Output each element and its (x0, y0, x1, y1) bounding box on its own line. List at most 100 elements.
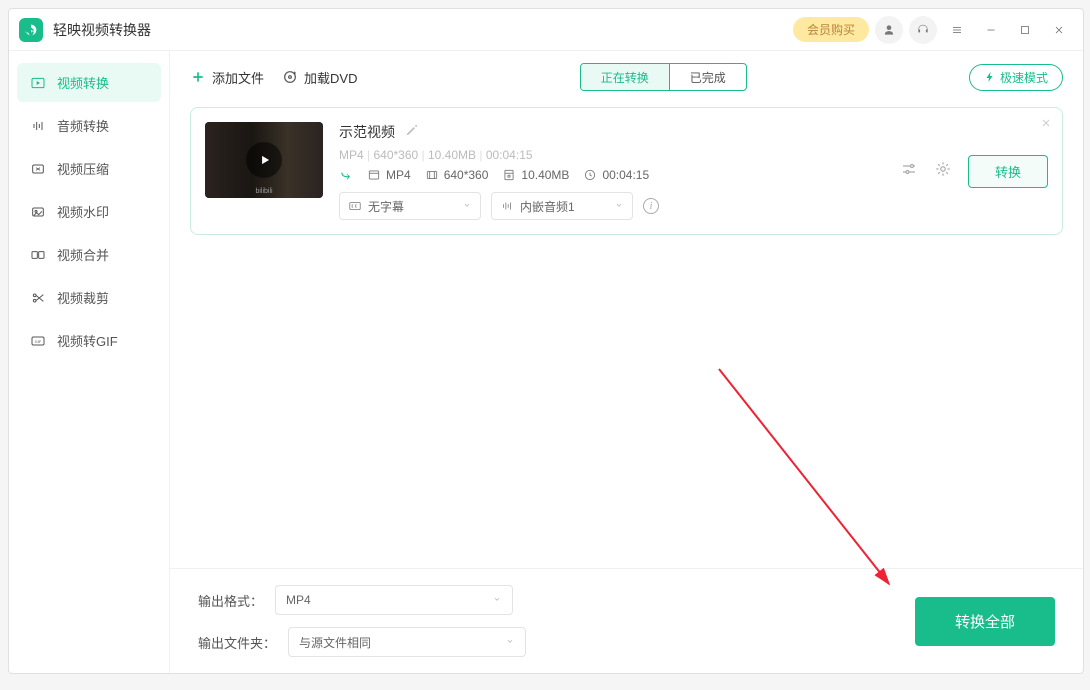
close-icon[interactable] (1045, 16, 1073, 44)
audio-value: 内嵌音频1 (520, 198, 575, 215)
thumb-watermark: bilibili (255, 188, 272, 195)
minimize-icon[interactable] (977, 16, 1005, 44)
sidebar-item-label: 视频裁剪 (57, 288, 109, 307)
convert-button[interactable]: 转换 (968, 155, 1048, 188)
chevron-down-icon (505, 635, 515, 649)
tab-done[interactable]: 已完成 (669, 64, 746, 90)
output-folder-value: 与源文件相同 (299, 634, 371, 651)
titlebar-right: 会员购买 (793, 16, 1073, 44)
chevron-down-icon (462, 199, 472, 213)
add-file-button[interactable]: 添加文件 (190, 68, 264, 87)
src-dur: 00:04:15 (479, 148, 532, 162)
plus-icon (190, 69, 206, 85)
merge-icon (29, 246, 47, 264)
app-window: 轻映视频转换器 会员购买 视频转换 音频转换 视频压缩 (8, 8, 1084, 674)
status-tabs: 正在转换 已完成 (580, 63, 747, 91)
sidebar: 视频转换 音频转换 视频压缩 视频水印 视频合并 视频裁剪 (9, 51, 169, 673)
subtitle-dropdown[interactable]: 无字幕 (339, 192, 481, 220)
svg-text:GIF: GIF (35, 339, 42, 344)
gif-icon: GIF (29, 332, 47, 350)
sidebar-item-label: 视频转换 (57, 73, 109, 92)
edit-title-icon[interactable] (405, 123, 419, 142)
app-title: 轻映视频转换器 (53, 20, 793, 40)
output-folder-label: 输出文件夹： (198, 633, 276, 652)
chevron-down-icon (614, 199, 624, 213)
titlebar: 轻映视频转换器 会员购买 (9, 9, 1083, 51)
sidebar-item-merge[interactable]: 视频合并 (17, 235, 161, 274)
watermark-icon (29, 203, 47, 221)
output-format-value: MP4 (286, 593, 311, 607)
sliders-icon[interactable] (900, 160, 918, 183)
headset-icon[interactable] (909, 16, 937, 44)
sidebar-item-video-convert[interactable]: 视频转换 (17, 63, 161, 102)
out-format-seg: MP4 (367, 168, 411, 182)
item-actions: 转换 (900, 122, 1048, 220)
sidebar-item-crop[interactable]: 视频裁剪 (17, 278, 161, 317)
app-logo (19, 18, 43, 42)
video-convert-icon (29, 74, 47, 92)
video-title: 示范视频 (339, 122, 395, 142)
output-folder-dropdown[interactable]: 与源文件相同 (288, 627, 526, 657)
output-folder-row: 输出文件夹： 与源文件相同 (198, 627, 526, 657)
maximize-icon[interactable] (1011, 16, 1039, 44)
sidebar-item-watermark[interactable]: 视频水印 (17, 192, 161, 231)
arrow-icon (339, 168, 353, 182)
size-icon (502, 168, 516, 182)
sidebar-item-video-compress[interactable]: 视频压缩 (17, 149, 161, 188)
out-res-seg: 640*360 (425, 168, 489, 182)
sidebar-item-label: 视频压缩 (57, 159, 109, 178)
audio-track-icon (500, 199, 514, 213)
src-size: 10.40MB (422, 148, 476, 162)
sidebar-item-label: 视频水印 (57, 202, 109, 221)
src-res: 640*360 (367, 148, 418, 162)
video-thumbnail[interactable]: bilibili (205, 122, 323, 198)
output-format-label: 输出格式： (198, 591, 263, 610)
add-file-label: 添加文件 (212, 68, 264, 87)
output-format-row: 输出格式： MP4 (198, 585, 526, 615)
remove-item-icon[interactable] (1040, 116, 1052, 134)
sidebar-item-audio-convert[interactable]: 音频转换 (17, 106, 161, 145)
main: 添加文件 加载DVD 正在转换 已完成 极速模式 (169, 51, 1083, 673)
dvd-icon (282, 69, 298, 85)
resolution-icon (425, 168, 439, 182)
load-dvd-button[interactable]: 加载DVD (282, 68, 357, 87)
footer: 输出格式： MP4 输出文件夹： 与源文件相同 (170, 568, 1083, 673)
menu-icon[interactable] (943, 16, 971, 44)
vip-button[interactable]: 会员购买 (793, 17, 869, 42)
chevron-down-icon (492, 593, 502, 607)
crop-icon (29, 289, 47, 307)
play-icon (246, 142, 282, 178)
sidebar-item-label: 视频转GIF (57, 331, 118, 350)
format-icon (367, 168, 381, 182)
tab-converting[interactable]: 正在转换 (581, 64, 669, 90)
lightning-icon (984, 71, 996, 83)
body: 视频转换 音频转换 视频压缩 视频水印 视频合并 视频裁剪 (9, 51, 1083, 673)
src-format: MP4 (339, 148, 364, 162)
file-list: bilibili 示范视频 MP4 640*360 10.40MB 00:04:… (170, 103, 1083, 568)
toolbar: 添加文件 加载DVD 正在转换 已完成 极速模式 (170, 51, 1083, 103)
audio-dropdown[interactable]: 内嵌音频1 (491, 192, 633, 220)
out-size-seg: 10.40MB (502, 168, 569, 182)
load-dvd-label: 加载DVD (304, 68, 357, 87)
output-format-dropdown[interactable]: MP4 (275, 585, 513, 615)
info-icon[interactable]: i (643, 198, 659, 214)
clock-icon (583, 168, 597, 182)
user-icon[interactable] (875, 16, 903, 44)
sidebar-item-gif[interactable]: GIF 视频转GIF (17, 321, 161, 360)
file-card: bilibili 示范视频 MP4 640*360 10.40MB 00:04:… (190, 107, 1063, 235)
audio-convert-icon (29, 117, 47, 135)
convert-all-button[interactable]: 转换全部 (915, 597, 1055, 646)
compress-icon (29, 160, 47, 178)
file-meta: 示范视频 MP4 640*360 10.40MB 00:04:15 MP4 (339, 122, 884, 220)
output-spec: MP4 640*360 10.40MB 00:04:15 (339, 168, 884, 182)
source-spec: MP4 640*360 10.40MB 00:04:15 (339, 148, 884, 162)
track-selectors: 无字幕 内嵌音频1 i (339, 192, 884, 220)
sidebar-item-label: 视频合并 (57, 245, 109, 264)
speed-mode-label: 极速模式 (1000, 69, 1048, 86)
cc-icon (348, 199, 362, 213)
subtitle-value: 无字幕 (368, 198, 404, 215)
out-dur-seg: 00:04:15 (583, 168, 649, 182)
sidebar-item-label: 音频转换 (57, 116, 109, 135)
speed-mode-button[interactable]: 极速模式 (969, 64, 1063, 91)
gear-icon[interactable] (934, 160, 952, 183)
